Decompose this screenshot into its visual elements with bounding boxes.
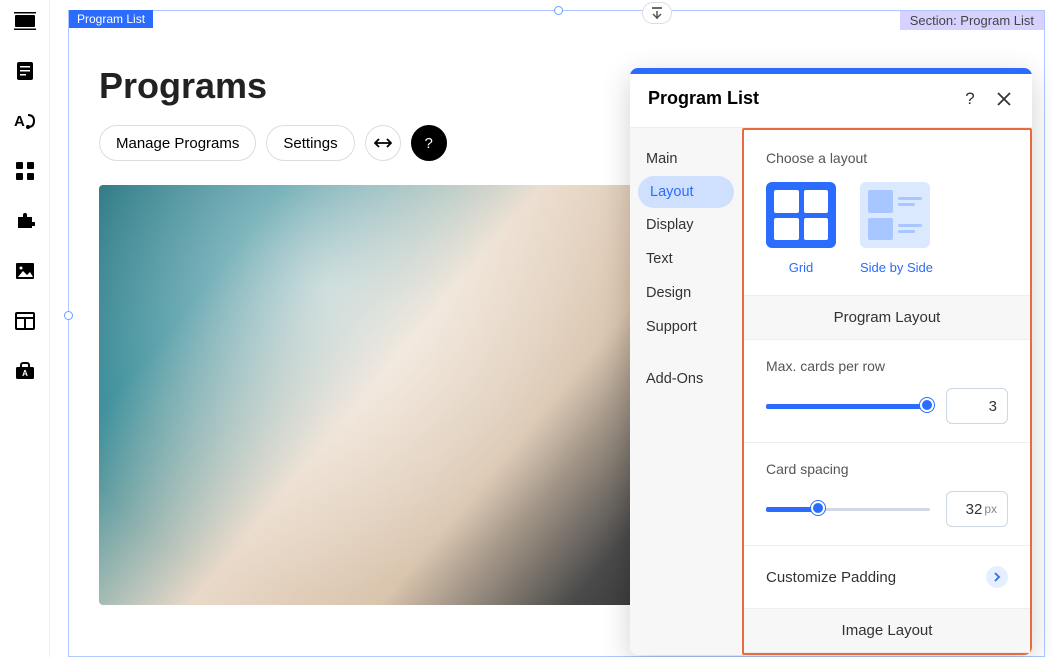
page-icon[interactable]: [14, 10, 36, 32]
layout-option-side[interactable]: Side by Side: [860, 182, 933, 275]
table-icon[interactable]: [14, 310, 36, 332]
doc-icon[interactable]: [14, 60, 36, 82]
nav-support[interactable]: Support: [630, 310, 742, 344]
customize-padding-label: Customize Padding: [766, 569, 986, 586]
element-tag[interactable]: Program List: [69, 10, 153, 28]
panel-content[interactable]: Choose a layout Grid: [742, 128, 1032, 655]
panel-close-icon[interactable]: [994, 89, 1014, 109]
layout-option-grid-label: Grid: [766, 260, 836, 275]
nav-addons[interactable]: Add-Ons: [630, 362, 742, 396]
shape-label: Shape: [744, 653, 1030, 655]
chevron-right-icon: [986, 566, 1008, 588]
left-icon-rail: A A: [0, 0, 50, 657]
question-icon: ?: [424, 135, 432, 152]
max-cards-label: Max. cards per row: [766, 358, 1008, 374]
max-cards-slider[interactable]: [766, 403, 930, 409]
anchor-button[interactable]: [642, 2, 672, 24]
briefcase-icon[interactable]: A: [14, 360, 36, 382]
card-spacing-label: Card spacing: [766, 461, 1008, 477]
card-spacing-value[interactable]: 32px: [946, 491, 1008, 527]
layout-thumb-side: [860, 182, 930, 248]
nav-layout[interactable]: Layout: [638, 176, 734, 208]
layout-option-side-label: Side by Side: [860, 260, 933, 275]
text-style-icon[interactable]: A: [14, 110, 36, 132]
canvas: Section: Program List Program List Progr…: [50, 0, 1053, 657]
addons-icon[interactable]: [14, 210, 36, 232]
panel-title: Program List: [648, 88, 946, 109]
group-program-layout: Program Layout: [744, 296, 1030, 340]
nav-main[interactable]: Main: [630, 142, 742, 176]
widget-settings-button[interactable]: Settings: [266, 125, 354, 161]
choose-layout-label: Choose a layout: [766, 150, 1008, 166]
selection-handle-left[interactable]: [64, 311, 73, 320]
panel-nav: Main Layout Display Text Design Support …: [630, 128, 742, 655]
section-tag[interactable]: Section: Program List: [900, 11, 1044, 30]
nav-display[interactable]: Display: [630, 208, 742, 242]
panel-help-icon[interactable]: ?: [960, 89, 980, 109]
max-cards-value[interactable]: 3: [946, 388, 1008, 424]
svg-text:A: A: [22, 369, 28, 378]
layout-thumb-grid: [766, 182, 836, 248]
program-list-panel: Program List ? Main Layout Display Text …: [630, 68, 1032, 655]
group-image-layout: Image Layout: [744, 609, 1030, 653]
svg-text:A: A: [14, 113, 25, 130]
nav-text[interactable]: Text: [630, 242, 742, 276]
apps-icon[interactable]: [14, 160, 36, 182]
customize-padding-row[interactable]: Customize Padding: [744, 546, 1030, 609]
nav-design[interactable]: Design: [630, 276, 742, 310]
selection-handle-top[interactable]: [554, 6, 563, 15]
media-icon[interactable]: [14, 260, 36, 282]
layout-option-grid[interactable]: Grid: [766, 182, 836, 275]
card-spacing-slider[interactable]: [766, 506, 930, 512]
stretch-button[interactable]: [365, 125, 401, 161]
help-button[interactable]: ?: [411, 125, 447, 161]
manage-programs-button[interactable]: Manage Programs: [99, 125, 256, 161]
